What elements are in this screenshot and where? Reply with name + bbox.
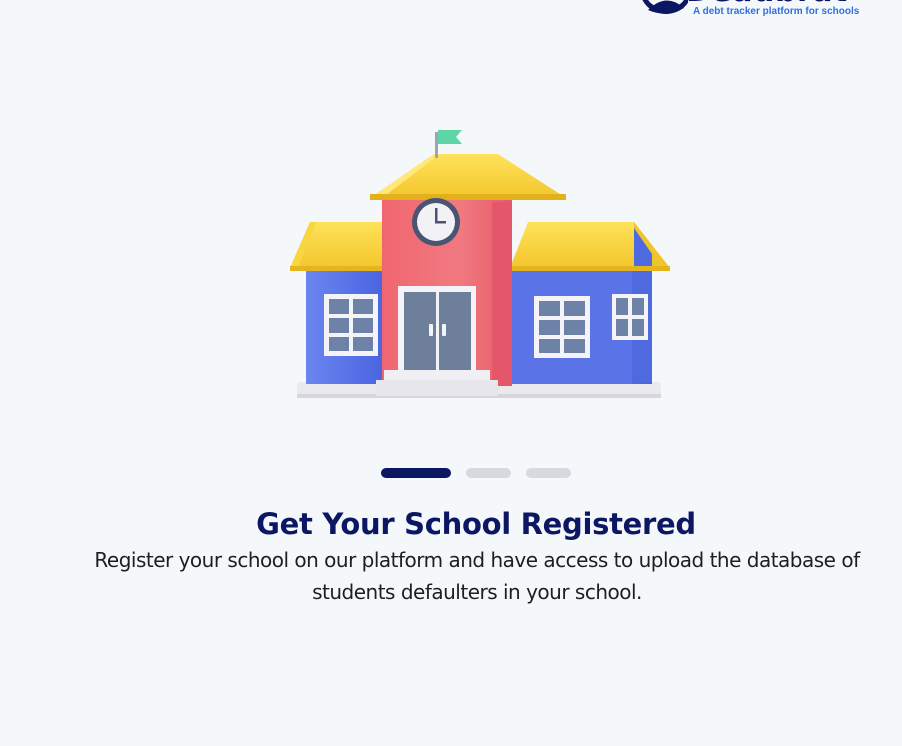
carousel-dot-1[interactable] [381,468,451,478]
carousel-indicators [381,468,571,478]
slide-title: Get Your School Registered [256,507,696,541]
brand-tagline: A debt tracker platform for schools [693,6,860,17]
slide-description: Register your school on our platform and… [94,548,860,604]
school-building-icon [290,130,670,398]
carousel-dot-3[interactable] [526,468,571,478]
logo-mark-icon [642,0,688,14]
brand-logo[interactable]: Deadbrat A debt tracker platform for sch… [636,0,902,20]
carousel-dot-2[interactable] [466,468,511,478]
onboarding-screen: Deadbrat A debt tracker platform for sch… [0,0,902,746]
